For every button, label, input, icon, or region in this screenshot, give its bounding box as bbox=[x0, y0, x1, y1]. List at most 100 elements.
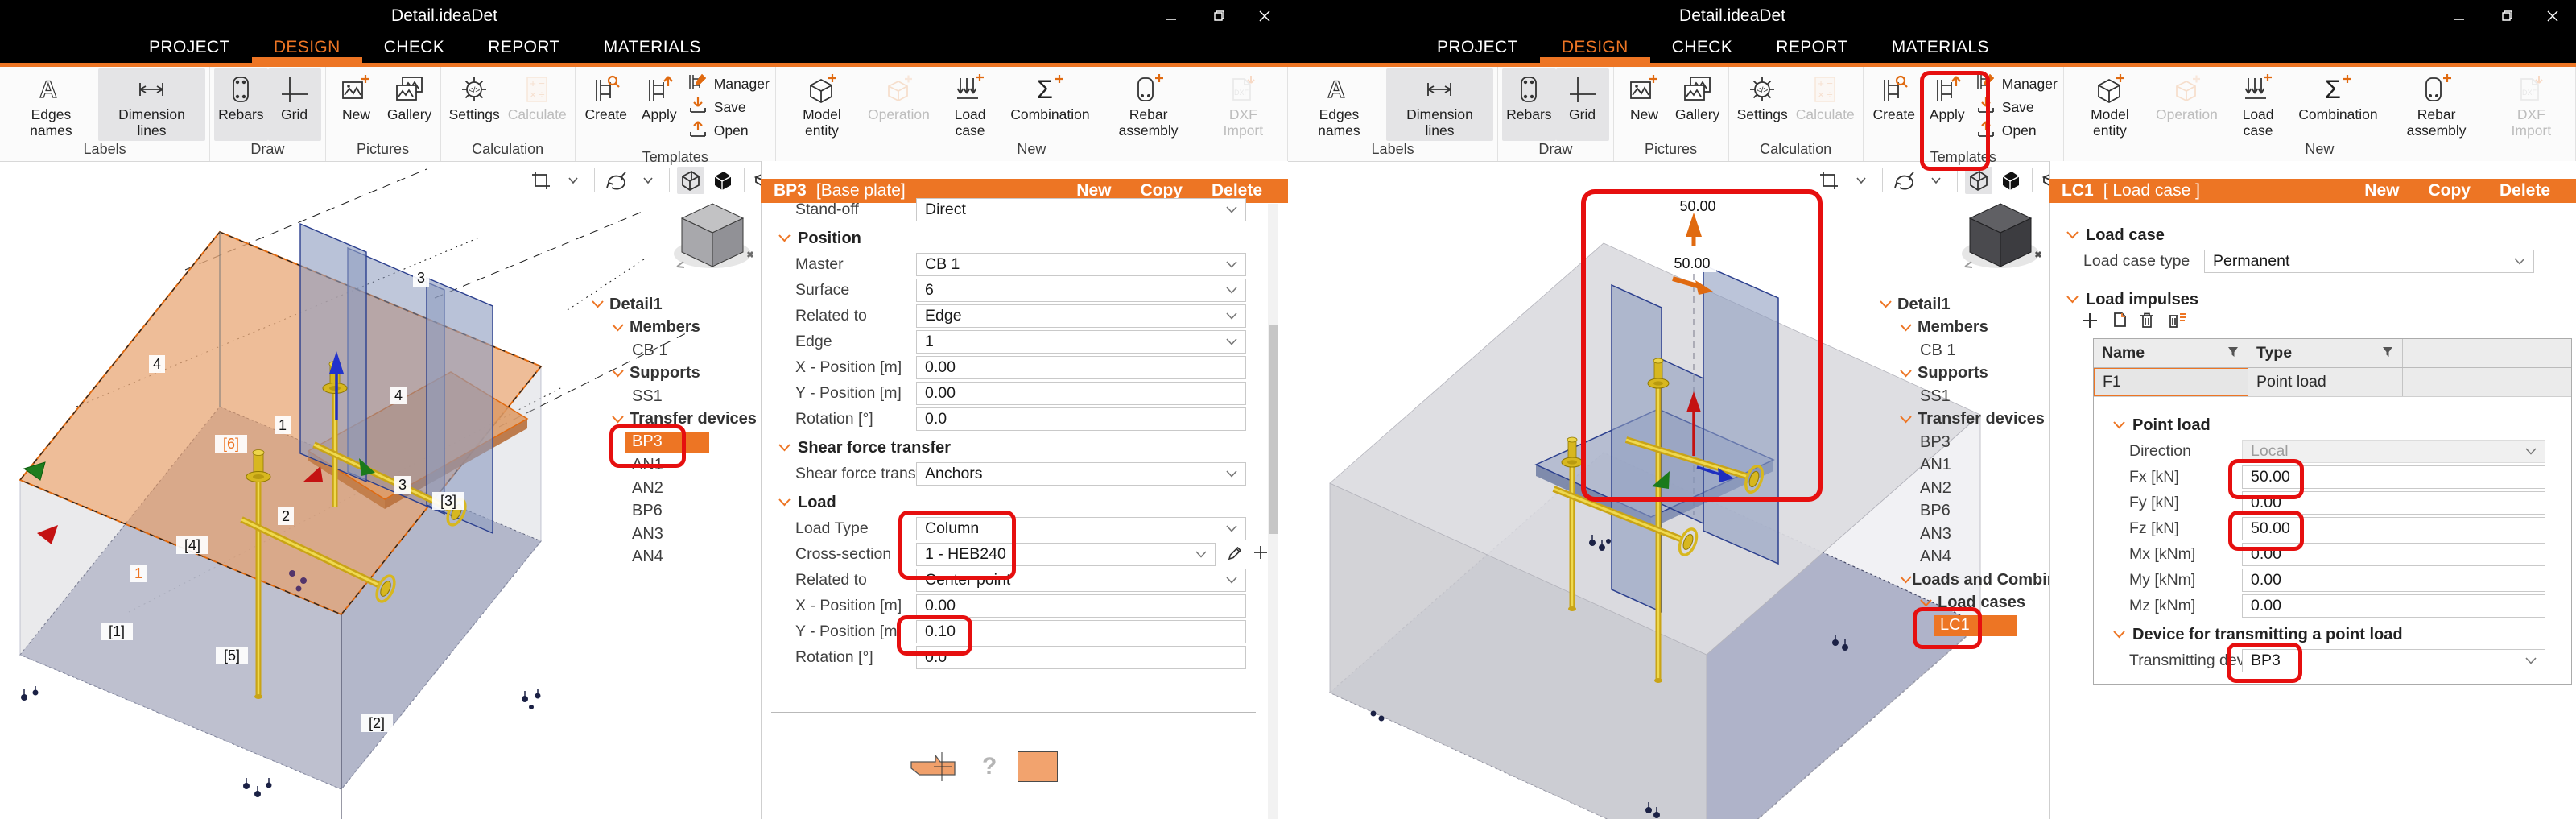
tree-item-cb-1[interactable]: CB 1 bbox=[1880, 339, 2049, 362]
menu-tab-project[interactable]: PROJECT bbox=[1415, 32, 1540, 63]
duplicate-impulse-icon[interactable] bbox=[2108, 311, 2128, 334]
crop-dropdown-chevron-icon[interactable] bbox=[559, 167, 587, 194]
menu-tab-project[interactable]: PROJECT bbox=[127, 32, 252, 63]
ribbon-button-load-case[interactable]: Load case bbox=[934, 68, 1007, 141]
solid-view-icon[interactable] bbox=[709, 167, 737, 194]
minimize-button[interactable] bbox=[1148, 0, 1195, 32]
filter-icon[interactable] bbox=[2227, 344, 2240, 362]
filter-icon[interactable] bbox=[2381, 344, 2394, 362]
tree-item-an2[interactable]: AN2 bbox=[592, 477, 761, 500]
dropdown-3[interactable]: 6 bbox=[916, 279, 1246, 302]
ribbon-button-picture-new[interactable]: New bbox=[1618, 68, 1671, 141]
input-4[interactable]: 50.00 bbox=[2242, 517, 2545, 540]
dropdown-4[interactable]: Edge bbox=[916, 304, 1246, 328]
tree-item-members[interactable]: Members bbox=[1880, 316, 2049, 340]
ribbon-button-template-save[interactable]: Save bbox=[687, 96, 770, 119]
tree-chevron-icon[interactable] bbox=[612, 370, 630, 378]
tree-item-supports[interactable]: Supports bbox=[1880, 362, 2049, 386]
ribbon-button-combination[interactable]: ΣCombination bbox=[2294, 68, 2381, 141]
tree-item-an3[interactable]: AN3 bbox=[1880, 523, 2049, 546]
rotate-view-icon[interactable] bbox=[602, 167, 630, 194]
tree-chevron-icon[interactable] bbox=[592, 300, 609, 308]
tree-item-bp6[interactable]: BP6 bbox=[1880, 500, 2049, 523]
tree-chevron-icon[interactable] bbox=[1900, 416, 1918, 424]
ribbon-button-calculate[interactable]: +−×÷Calculate bbox=[1792, 68, 1859, 141]
close-button[interactable] bbox=[1241, 0, 1288, 32]
close-button[interactable] bbox=[2529, 0, 2576, 32]
section-chevron-icon[interactable] bbox=[778, 444, 791, 452]
impulse-name-cell[interactable]: F1 bbox=[2094, 368, 2248, 396]
rotate-dropdown-chevron-icon[interactable] bbox=[634, 167, 662, 194]
ribbon-button-picture-new[interactable]: New bbox=[330, 68, 383, 141]
input-5[interactable]: 0.00 bbox=[2242, 543, 2545, 566]
restore-button[interactable] bbox=[1195, 0, 1241, 32]
ribbon-button-edges-names[interactable]: AEdges names bbox=[4, 68, 98, 141]
section-chevron-icon[interactable] bbox=[778, 234, 791, 242]
tree-item-lc1[interactable]: LC1 bbox=[1880, 614, 2049, 638]
minimize-button[interactable] bbox=[2436, 0, 2483, 32]
tree-chevron-icon[interactable] bbox=[1920, 599, 1938, 607]
input-8[interactable]: 0.0 bbox=[916, 407, 1246, 431]
ribbon-button-model-entity[interactable]: Model entity bbox=[780, 68, 864, 141]
impulse-type-cell[interactable]: Point load bbox=[2248, 368, 2403, 396]
table-row[interactable]: F1 Point load bbox=[2094, 368, 2571, 397]
tree-item-supports[interactable]: Supports bbox=[592, 362, 761, 386]
ribbon-button-template-create[interactable]: Create bbox=[580, 68, 633, 149]
edit-pencil-icon[interactable] bbox=[1227, 544, 1245, 565]
input-7[interactable]: 0.00 bbox=[2242, 594, 2545, 618]
tree-item-an3[interactable]: AN3 bbox=[592, 523, 761, 546]
tree-chevron-icon[interactable] bbox=[612, 416, 630, 424]
ribbon-button-template-create[interactable]: Create bbox=[1868, 68, 1921, 149]
dropdown-5[interactable]: 1 bbox=[916, 330, 1246, 354]
navigation-cube[interactable] bbox=[1959, 196, 2042, 279]
tree-item-cb-1[interactable]: CB 1 bbox=[592, 339, 761, 362]
section-chevron-icon[interactable] bbox=[2113, 421, 2125, 429]
crop-dropdown-chevron-icon[interactable] bbox=[1847, 167, 1875, 194]
menu-tab-check[interactable]: CHECK bbox=[1650, 32, 1755, 63]
ribbon-button-calculate[interactable]: +−×÷Calculate bbox=[504, 68, 571, 141]
ribbon-button-dimension-lines[interactable]: Dimension lines bbox=[98, 68, 205, 141]
ribbon-button-gallery[interactable]: Gallery bbox=[1671, 68, 1724, 141]
menu-tab-materials[interactable]: MATERIALS bbox=[1870, 32, 2011, 63]
ribbon-button-dxf-import[interactable]: DXFDXF Import bbox=[2491, 68, 2571, 141]
ribbon-button-settings[interactable]: </>Settings bbox=[1733, 68, 1792, 141]
ribbon-button-rebars[interactable]: Rebars bbox=[214, 68, 267, 141]
panel-scrollbar[interactable] bbox=[1268, 204, 1278, 819]
ribbon-button-edges-names[interactable]: AEdges names bbox=[1292, 68, 1386, 141]
new-button[interactable]: New bbox=[2364, 181, 2399, 201]
menu-tab-design[interactable]: DESIGN bbox=[1540, 32, 1650, 63]
delete-impulse-icon[interactable] bbox=[2137, 311, 2157, 334]
tree-item-bp6[interactable]: BP6 bbox=[592, 500, 761, 523]
ribbon-button-template-save[interactable]: Save bbox=[1975, 96, 2058, 119]
ribbon-button-model-entity[interactable]: Model entity bbox=[2068, 68, 2152, 141]
ribbon-button-grid[interactable]: Grid bbox=[1556, 68, 1609, 141]
tree-item-an4[interactable]: AN4 bbox=[592, 546, 761, 569]
tree-chevron-icon[interactable] bbox=[1900, 324, 1918, 332]
dropdown-0[interactable]: Direct bbox=[916, 198, 1246, 221]
solid-view-icon[interactable] bbox=[1997, 167, 2025, 194]
tree-item-transfer-devices[interactable]: Transfer devices bbox=[592, 408, 761, 432]
tree-item-members[interactable]: Members bbox=[592, 316, 761, 340]
wireframe-view-icon[interactable] bbox=[677, 167, 704, 194]
dropdown-12[interactable]: Column bbox=[916, 517, 1246, 540]
tree-item-transfer-devices[interactable]: Transfer devices bbox=[1880, 408, 2049, 432]
column-header-name[interactable]: Name bbox=[2102, 344, 2145, 362]
rotate-dropdown-chevron-icon[interactable] bbox=[1922, 167, 1950, 194]
section-chevron-icon[interactable] bbox=[2066, 296, 2079, 304]
tree-chevron-icon[interactable] bbox=[1880, 300, 1897, 308]
ribbon-button-template-open[interactable]: Open bbox=[1975, 119, 2058, 143]
ribbon-button-template-open[interactable]: Open bbox=[687, 119, 770, 143]
wireframe-view-icon[interactable] bbox=[1965, 167, 1992, 194]
tree-chevron-icon[interactable] bbox=[1900, 370, 1918, 378]
menu-tab-check[interactable]: CHECK bbox=[362, 32, 467, 63]
rotate-view-icon[interactable] bbox=[1890, 167, 1918, 194]
tree-item-an2[interactable]: AN2 bbox=[1880, 477, 2049, 500]
dropdown-14[interactable]: Center point bbox=[916, 569, 1246, 592]
tree-item-loads-and-combin-[interactable]: Loads and Combin... bbox=[1880, 569, 2049, 592]
ribbon-button-rebar-assembly[interactable]: Rebar assembly bbox=[1093, 68, 1203, 141]
ribbon-button-rebar-assembly[interactable]: Rebar assembly bbox=[2381, 68, 2491, 141]
input-15[interactable]: 0.00 bbox=[916, 594, 1246, 618]
tree-chevron-icon[interactable] bbox=[612, 324, 630, 332]
dropdown-1[interactable]: Permanent bbox=[2204, 250, 2534, 273]
tree-item-an4[interactable]: AN4 bbox=[1880, 546, 2049, 569]
